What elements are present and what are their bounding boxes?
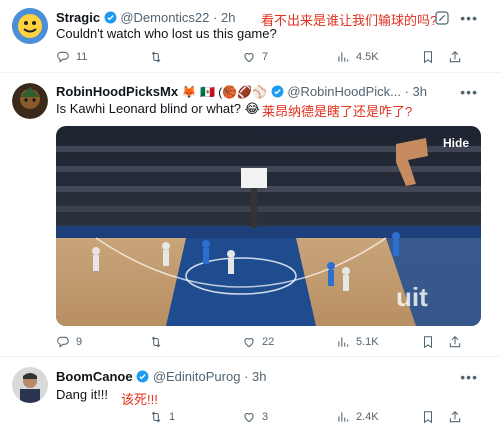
- verified-badge-icon: [104, 11, 117, 24]
- reply-icon: [56, 335, 70, 349]
- like-button[interactable]: 3: [242, 410, 268, 424]
- views-button[interactable]: 4.5K: [336, 50, 379, 64]
- retweet-button[interactable]: [149, 335, 169, 349]
- more-icon[interactable]: •••: [460, 369, 478, 385]
- bookmark-button[interactable]: [421, 50, 435, 64]
- translation-annotation: 看不出来是谁让我们输球的吗?: [261, 13, 438, 28]
- retweet-button[interactable]: 1: [149, 410, 175, 424]
- retweet-button[interactable]: [149, 50, 169, 64]
- views-icon: [336, 410, 350, 424]
- svg-text:uit: uit: [396, 282, 428, 312]
- author-name[interactable]: BoomCanoe: [56, 369, 133, 384]
- hide-media-button[interactable]: Hide: [443, 136, 469, 150]
- share-icon: [448, 410, 462, 424]
- video-media[interactable]: uit Hide: [56, 126, 481, 326]
- bookmark-icon: [421, 410, 435, 424]
- verified-badge-icon: [136, 370, 149, 383]
- tweet-robinhoodpicks[interactable]: RobinHoodPicksMx 🦊 🇲🇽 (🏀🏈⚾ @RobinHoodPic…: [0, 73, 500, 356]
- views-button[interactable]: 2.4K: [336, 410, 379, 424]
- heart-icon: [242, 335, 256, 349]
- heart-icon: [242, 410, 256, 424]
- tweet-actions: 9 22 5.1K: [56, 335, 486, 351]
- tweet-text: Is Kawhi Leonard blind or what? 😂: [56, 101, 260, 116]
- retweet-icon: [149, 50, 163, 64]
- verified-badge-icon: [271, 85, 284, 98]
- tweet-text: Couldn't watch who lost us this game?: [56, 26, 277, 41]
- retweet-icon: [149, 410, 163, 424]
- retweet-icon: [149, 335, 163, 349]
- share-icon: [448, 50, 462, 64]
- grok-icon[interactable]: [434, 10, 450, 26]
- author-handle[interactable]: @Demontics22: [120, 10, 209, 25]
- reply-icon: [56, 50, 70, 64]
- name-emojis: 🦊 🇲🇽 (🏀🏈⚾: [181, 85, 268, 99]
- more-icon[interactable]: •••: [460, 10, 478, 26]
- tweet-actions: 1 3 2.4K: [56, 410, 486, 426]
- tweet-text: Dang it!!!: [56, 387, 109, 402]
- like-button[interactable]: 22: [242, 335, 274, 349]
- share-icon: [448, 335, 462, 349]
- bookmark-icon: [421, 50, 435, 64]
- avatar-boomcanoe[interactable]: [12, 367, 48, 403]
- basketball-court-image: uit: [56, 126, 481, 326]
- avatar-robinhoodpicks[interactable]: [12, 83, 48, 119]
- author-handle[interactable]: @RobinHoodPick...: [287, 84, 401, 99]
- share-button[interactable]: [448, 335, 462, 349]
- tweet-header: BoomCanoe @EdinitoPurog · 3h •••: [56, 369, 478, 385]
- author-name[interactable]: RobinHoodPicksMx: [56, 84, 178, 99]
- author-name[interactable]: Stragic: [56, 10, 100, 25]
- tweet-stragic[interactable]: Stragic @Demontics22 · 2h 看不出来是谁让我们输球的吗?…: [0, 0, 500, 72]
- tweet-actions: 11 7 4.5K: [56, 50, 486, 66]
- views-icon: [336, 50, 350, 64]
- avatar-stragic[interactable]: [12, 8, 48, 44]
- views-button[interactable]: 5.1K: [336, 335, 379, 349]
- timestamp[interactable]: 3h: [413, 84, 427, 99]
- reply-button[interactable]: 11: [56, 50, 87, 64]
- tweet-header: RobinHoodPicksMx 🦊 🇲🇽 (🏀🏈⚾ @RobinHoodPic…: [56, 84, 478, 100]
- author-handle[interactable]: @EdinitoPurog: [153, 369, 241, 384]
- share-button[interactable]: [448, 50, 462, 64]
- like-button[interactable]: 7: [242, 50, 268, 64]
- translation-annotation: 该死!!!: [121, 392, 158, 407]
- reply-button[interactable]: 9: [56, 335, 82, 349]
- timestamp[interactable]: 3h: [252, 369, 266, 384]
- bookmark-icon: [421, 335, 435, 349]
- translation-annotation: 莱昂纳德是瞎了还是咋了?: [262, 104, 413, 119]
- timestamp[interactable]: 2h: [221, 10, 235, 25]
- heart-icon: [242, 50, 256, 64]
- bookmark-button[interactable]: [421, 335, 435, 349]
- share-button[interactable]: [448, 410, 462, 424]
- bookmark-button[interactable]: [421, 410, 435, 424]
- tweet-boomcanoe[interactable]: BoomCanoe @EdinitoPurog · 3h ••• Dang it…: [0, 357, 500, 440]
- more-icon[interactable]: •••: [460, 84, 478, 100]
- views-icon: [336, 335, 350, 349]
